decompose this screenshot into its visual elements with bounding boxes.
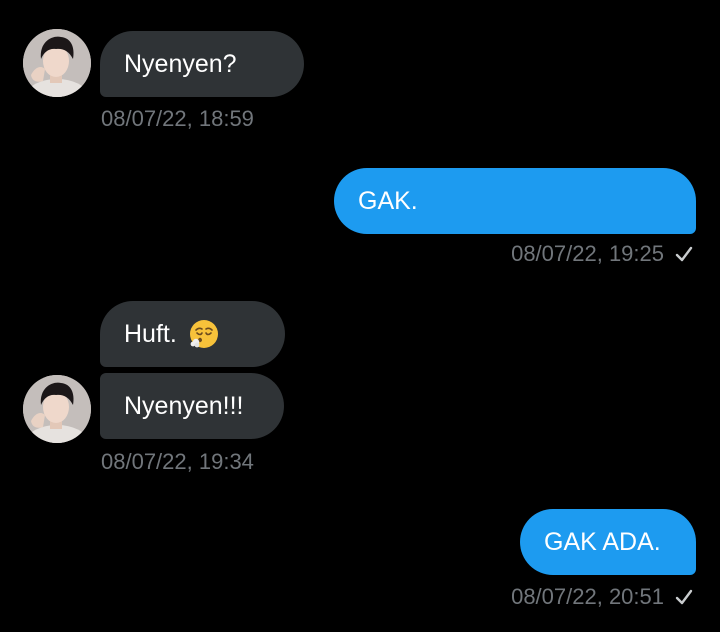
check-icon — [674, 244, 694, 264]
message-bubble[interactable]: GAK. — [334, 168, 696, 234]
message-meta: 08/07/22, 19:25 — [511, 241, 694, 267]
message-bubble[interactable]: Nyenyen!!! — [100, 373, 284, 439]
sender-avatar[interactable] — [23, 29, 91, 97]
message-text: Nyenyen!!! — [124, 391, 244, 420]
message-text: Nyenyen? — [124, 49, 237, 78]
message-bubble[interactable]: Nyenyen? — [100, 31, 304, 97]
message-text: GAK. — [358, 186, 418, 215]
message-bubble[interactable]: Huft. — [100, 301, 285, 367]
message-bubble[interactable]: GAK ADA. — [520, 509, 696, 575]
message-text: Huft. — [124, 319, 177, 348]
message-timestamp: 08/07/22, 19:25 — [511, 241, 664, 266]
message-meta: 08/07/22, 20:51 — [511, 584, 694, 610]
message-timestamp: 08/07/22, 20:51 — [511, 584, 664, 609]
message-timestamp: 08/07/22, 18:59 — [101, 106, 254, 131]
check-icon — [674, 587, 694, 607]
sender-avatar[interactable] — [23, 375, 91, 443]
message-text: GAK ADA. — [544, 527, 661, 556]
face-exhaling-emoji — [189, 319, 219, 349]
message-timestamp: 08/07/22, 19:34 — [101, 449, 254, 474]
